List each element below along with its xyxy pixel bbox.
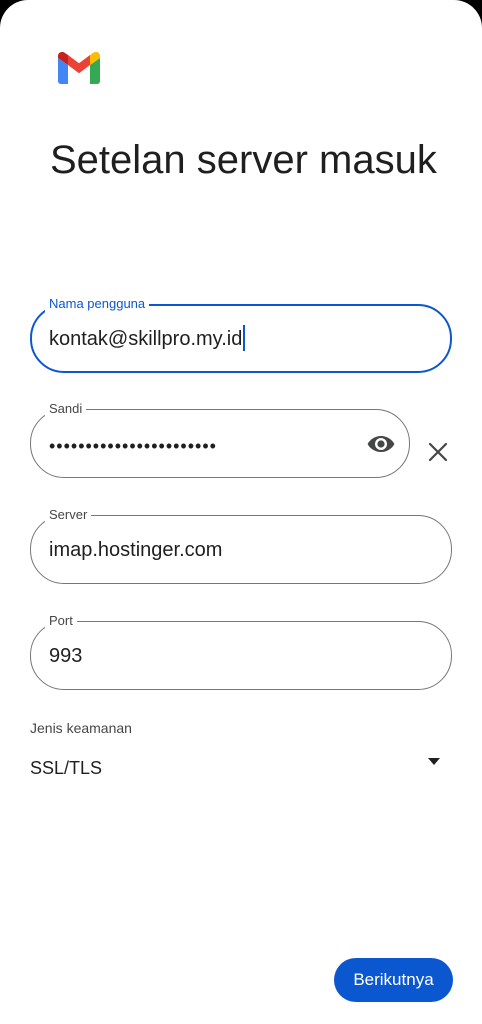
password-value: ••••••••••••••••••••••• <box>49 436 217 456</box>
server-label: Server <box>45 507 92 523</box>
server-field[interactable]: Server imap.hostinger.com <box>30 507 452 584</box>
page-title: Setelan server masuk <box>50 138 437 182</box>
username-label: Nama pengguna <box>45 296 150 312</box>
dropdown-arrow-icon <box>428 758 440 765</box>
security-type-value: SSL/TLS <box>30 758 103 778</box>
incoming-server-settings-screen: Setelan server masuk Nama pengguna konta… <box>0 0 482 1024</box>
username-field[interactable]: Nama pengguna kontak@skillpro.my.id <box>30 296 452 373</box>
password-label: Sandi <box>45 401 87 417</box>
close-icon[interactable] <box>427 441 449 463</box>
password-field[interactable]: Sandi ••••••••••••••••••••••• <box>30 401 410 478</box>
eye-icon[interactable] <box>367 432 395 456</box>
port-label: Port <box>45 613 77 629</box>
text-cursor <box>243 325 246 351</box>
username-value-wrap: kontak@skillpro.my.id <box>49 325 246 353</box>
port-field[interactable]: Port 993 <box>30 613 452 690</box>
port-value: 993 <box>49 645 83 667</box>
gmail-logo-icon <box>58 52 100 84</box>
username-value: kontak@skillpro.my.id <box>49 328 243 350</box>
server-value: imap.hostinger.com <box>49 539 223 561</box>
security-type-label: Jenis keamanan <box>30 720 132 736</box>
security-type-dropdown[interactable]: SSL/TLS <box>30 754 442 786</box>
next-button[interactable]: Berikutnya <box>334 958 453 1002</box>
